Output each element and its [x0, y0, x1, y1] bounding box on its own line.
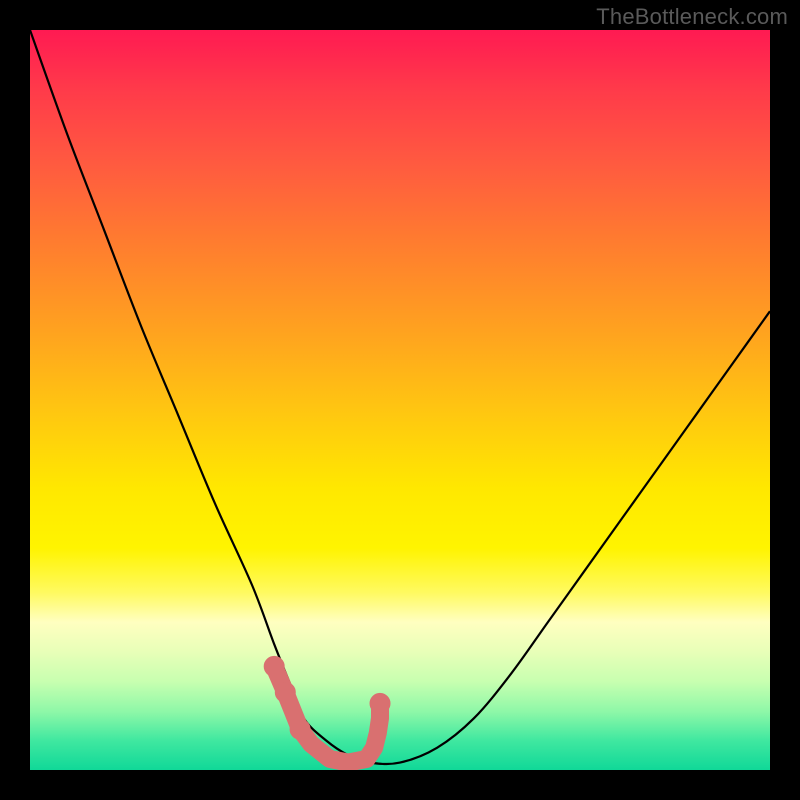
chart-frame: TheBottleneck.com: [0, 0, 800, 800]
watermark-text: TheBottleneck.com: [596, 4, 788, 30]
plot-area: [30, 30, 770, 770]
